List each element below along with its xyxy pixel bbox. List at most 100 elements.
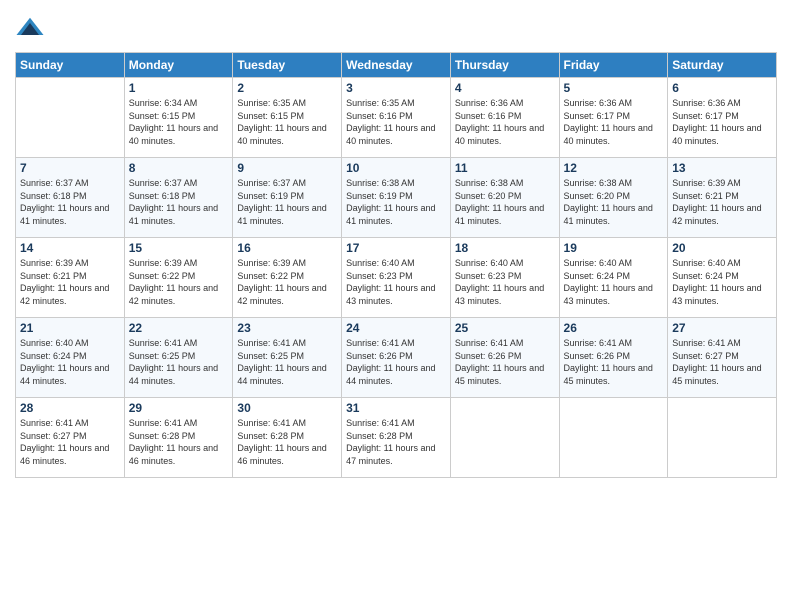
day-number: 12: [564, 161, 664, 175]
sunrise-text: Sunrise: 6:40 AM: [455, 258, 524, 268]
sunset-text: Sunset: 6:15 PM: [129, 111, 196, 121]
day-info: Sunrise: 6:41 AMSunset: 6:25 PMDaylight:…: [129, 337, 229, 387]
daylight-text: Daylight: 11 hours and 42 minutes.: [129, 283, 218, 306]
day-number: 9: [237, 161, 337, 175]
day-number: 20: [672, 241, 772, 255]
sunrise-text: Sunrise: 6:41 AM: [346, 338, 415, 348]
day-info: Sunrise: 6:35 AMSunset: 6:15 PMDaylight:…: [237, 97, 337, 147]
day-number: 23: [237, 321, 337, 335]
day-number: 27: [672, 321, 772, 335]
weekday-header-friday: Friday: [559, 53, 668, 78]
sunrise-text: Sunrise: 6:40 AM: [564, 258, 633, 268]
calendar-cell: 12 Sunrise: 6:38 AMSunset: 6:20 PMDayligh…: [559, 158, 668, 238]
sunset-text: Sunset: 6:25 PM: [237, 351, 304, 361]
daylight-text: Daylight: 11 hours and 44 minutes.: [346, 363, 435, 386]
calendar-cell: 26 Sunrise: 6:41 AM Sunset: 6:26 PM Dayligh…: [559, 318, 668, 398]
day-number: 17: [346, 241, 446, 255]
sunset-text: Sunset: 6:27 PM: [20, 431, 87, 441]
calendar-cell: 8Sunrise: 6:37 AMSunset: 6:18 PMDaylight…: [124, 158, 233, 238]
weekday-header-saturday: Saturday: [668, 53, 777, 78]
sunset-text: Sunset: 6:25 PM: [129, 351, 196, 361]
sunrise-text: Sunrise: 6:35 AM: [346, 98, 415, 108]
sunset-text: Sunset: 6:28 PM: [129, 431, 196, 441]
sunrise-text: Sunrise: 6:39 AM: [20, 258, 89, 268]
calendar-cell: 18 Sunrise: 6:40 AMSunset: 6:23 PMDayligh…: [450, 238, 559, 318]
daylight-text: Daylight: 11 hours and 47 minutes.: [346, 443, 435, 466]
daylight-text: Daylight: 11 hours and 41 minutes.: [129, 203, 218, 226]
sunset-text: Sunset: 6:26 PM: [564, 351, 631, 361]
day-info: Sunrise: 6:41 AMSunset: 6:28 PMDaylight:…: [346, 417, 446, 467]
day-info: Sunrise: 6:40 AMSunset: 6:23 PMDaylight:…: [455, 257, 555, 307]
day-info: Sunrise: 6:36 AMSunset: 6:17 PMDaylight:…: [564, 97, 664, 147]
sunset-text: Sunset: 6:16 PM: [346, 111, 413, 121]
day-number: 6: [672, 81, 772, 95]
day-number: 18: [455, 241, 555, 255]
sunset-text: Sunset: 6:18 PM: [129, 191, 196, 201]
daylight-text: Daylight: 11 hours and 45 minutes.: [672, 363, 761, 386]
calendar-cell: 9 Sunrise: 6:37 AMSunset: 6:19 PMDaylight…: [233, 158, 342, 238]
day-info: Sunrise: 6:38 AMSunset: 6:20 PMDaylight:…: [564, 177, 664, 227]
day-info: Sunrise: 6:39 AMSunset: 6:22 PMDaylight:…: [129, 257, 229, 307]
calendar-cell: 30Sunrise: 6:41 AMSunset: 6:28 PMDayligh…: [233, 398, 342, 478]
day-info: Sunrise: 6:37 AMSunset: 6:19 PMDaylight:…: [237, 177, 337, 227]
day-number: 29: [129, 401, 229, 415]
calendar-cell: 10Sunrise: 6:38 AMSunset: 6:19 PMDayligh…: [342, 158, 451, 238]
weekday-header-wednesday: Wednesday: [342, 53, 451, 78]
calendar-cell: 22Sunrise: 6:41 AMSunset: 6:25 PMDayligh…: [124, 318, 233, 398]
day-info: Sunrise: 6:36 AMSunset: 6:17 PMDaylight:…: [672, 97, 772, 147]
sunrise-text: Sunrise: 6:36 AM: [672, 98, 741, 108]
day-info: Sunrise: 6:41 AM Sunset: 6:26 PM Daylight:…: [564, 337, 664, 387]
day-number: 13: [672, 161, 772, 175]
sunrise-text: Sunrise: 6:39 AM: [129, 258, 198, 268]
calendar-cell: 7Sunrise: 6:37 AMSunset: 6:18 PMDaylight…: [16, 158, 125, 238]
daylight-text: Daylight: 11 hours and 45 minutes.: [564, 363, 653, 386]
daylight-text: Daylight: 11 hours and 40 minutes.: [564, 123, 653, 146]
day-info: Sunrise: 6:40 AMSunset: 6:24 PMDaylight:…: [672, 257, 772, 307]
day-info: Sunrise: 6:41 AMSunset: 6:25 PMDaylight:…: [237, 337, 337, 387]
day-info: Sunrise: 6:41 AM Sunset: 6:26 PM Daylight:…: [346, 337, 446, 387]
sunset-text: Sunset: 6:26 PM: [455, 351, 522, 361]
weekday-header-thursday: Thursday: [450, 53, 559, 78]
week-row-3: 21Sunrise: 6:40 AMSunset: 6:24 PMDayligh…: [16, 318, 777, 398]
daylight-text: Daylight: 11 hours and 44 minutes.: [237, 363, 326, 386]
header: [15, 10, 777, 44]
daylight-text: Daylight: 11 hours and 40 minutes.: [129, 123, 218, 146]
sunset-text: Sunset: 6:22 PM: [237, 271, 304, 281]
day-number: 19: [564, 241, 664, 255]
calendar-cell: 23 Sunrise: 6:41 AMSunset: 6:25 PMDayligh…: [233, 318, 342, 398]
week-row-0: 1Sunrise: 6:34 AMSunset: 6:15 PMDaylight…: [16, 78, 777, 158]
daylight-text: Daylight: 11 hours and 42 minutes.: [672, 203, 761, 226]
day-number: 30: [237, 401, 337, 415]
calendar-cell: [16, 78, 125, 158]
calendar-cell: 2Sunrise: 6:35 AMSunset: 6:15 PMDaylight…: [233, 78, 342, 158]
daylight-text: Daylight: 11 hours and 46 minutes.: [237, 443, 326, 466]
sunset-text: Sunset: 6:28 PM: [346, 431, 413, 441]
sunset-text: Sunset: 6:23 PM: [346, 271, 413, 281]
daylight-text: Daylight: 11 hours and 43 minutes.: [346, 283, 435, 306]
daylight-text: Daylight: 11 hours and 42 minutes.: [237, 283, 326, 306]
sunrise-text: Sunrise: 6:40 AM: [346, 258, 415, 268]
sunset-text: Sunset: 6:24 PM: [20, 351, 87, 361]
sunrise-text: Sunrise: 6:37 AM: [237, 178, 306, 188]
daylight-text: Daylight: 11 hours and 41 minutes.: [455, 203, 544, 226]
day-number: 14: [20, 241, 120, 255]
sunset-text: Sunset: 6:26 PM: [346, 351, 413, 361]
weekday-header-sunday: Sunday: [16, 53, 125, 78]
day-number: 3: [346, 81, 446, 95]
daylight-text: Daylight: 11 hours and 40 minutes.: [455, 123, 544, 146]
day-info: Sunrise: 6:41 AMSunset: 6:26 PMDaylight:…: [455, 337, 555, 387]
day-number: 26: [564, 321, 664, 335]
calendar-cell: [668, 398, 777, 478]
day-info: Sunrise: 6:39 AMSunset: 6:22 PMDaylight:…: [237, 257, 337, 307]
calendar-cell: 16Sunrise: 6:39 AMSunset: 6:22 PMDayligh…: [233, 238, 342, 318]
day-info: Sunrise: 6:40 AM Sunset: 6:23 PM Daylight:…: [346, 257, 446, 307]
daylight-text: Daylight: 11 hours and 43 minutes.: [564, 283, 653, 306]
sunset-text: Sunset: 6:15 PM: [237, 111, 304, 121]
sunset-text: Sunset: 6:18 PM: [20, 191, 87, 201]
sunrise-text: Sunrise: 6:41 AM: [564, 338, 633, 348]
sunrise-text: Sunrise: 6:41 AM: [237, 418, 306, 428]
day-info: Sunrise: 6:39 AMSunset: 6:21 PMDaylight:…: [20, 257, 120, 307]
daylight-text: Daylight: 11 hours and 46 minutes.: [20, 443, 109, 466]
day-info: Sunrise: 6:37 AMSunset: 6:18 PMDaylight:…: [129, 177, 229, 227]
day-info: Sunrise: 6:40 AMSunset: 6:24 PMDaylight:…: [20, 337, 120, 387]
